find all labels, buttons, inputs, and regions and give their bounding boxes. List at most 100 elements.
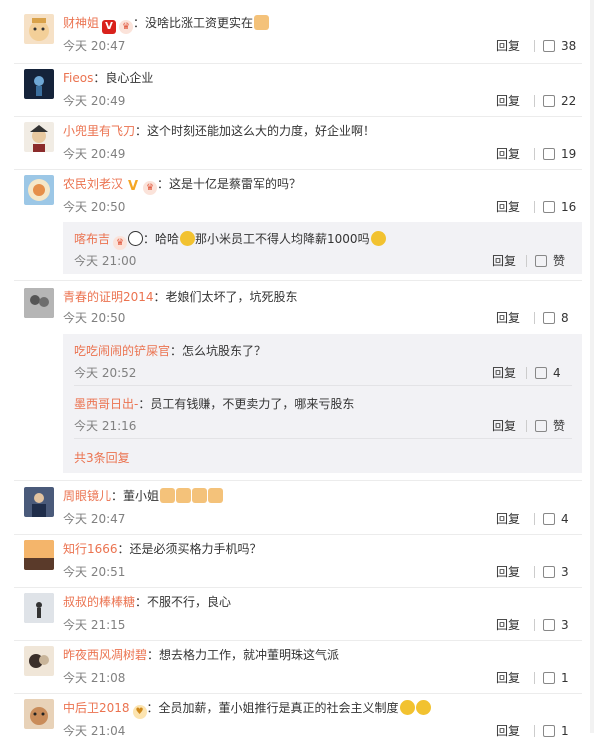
separator [534, 672, 535, 684]
comment-time: 今天 20:50 [63, 200, 126, 214]
like-thumb-icon [543, 95, 555, 107]
separator [526, 367, 527, 379]
like-count: 3 [561, 618, 569, 632]
medal-badge-icon: ♥ [132, 705, 147, 719]
reply-button[interactable]: 回复 [496, 310, 520, 326]
reply-button[interactable]: 回复 [496, 93, 520, 109]
comment-line: 中后卫2018 ♥ ：全员加薪，董小姐推行是真正的社会主义制度 [63, 699, 431, 719]
reply-line: 吃吃闹闹的铲屎官：怎么坑股东了？ [74, 342, 266, 360]
comment-line: 知行1666：还是必须买格力手机吗？ [63, 540, 262, 558]
comment-item: 中后卫2018 ♥ ：全员加薪，董小姐推行是真正的社会主义制度 今天 21:04 回… [0, 699, 588, 738]
reply-button[interactable]: 回复 [496, 617, 520, 633]
like-button[interactable]: 赞 [526, 418, 572, 434]
avatar[interactable] [24, 487, 54, 517]
avatar[interactable] [24, 540, 54, 570]
like-button[interactable]: 4 [526, 365, 572, 381]
reply-item: 喀布吉 ♛ ：哈哈 那小米员工不得人均降薪1000吗 今天 21:00 回复 赞 [74, 230, 582, 270]
like-button[interactable]: 1 [534, 723, 582, 739]
like-button[interactable]: 3 [534, 617, 582, 633]
reply-time: 今天 21:16 [74, 419, 137, 433]
thumbs-up-emoji-icon [254, 15, 270, 30]
reply-button[interactable]: 回复 [496, 511, 520, 527]
comment-text: ：董小姐 [111, 489, 160, 503]
username-link[interactable]: Fieos [63, 71, 93, 85]
username-link[interactable]: 叔叔的棒棒糖 [63, 595, 135, 609]
like-count: 4 [561, 512, 569, 526]
like-thumb-icon [543, 312, 555, 324]
reply-button[interactable]: 回复 [496, 38, 520, 54]
like-button[interactable]: 38 [534, 38, 582, 54]
username-link[interactable]: 知行1666 [63, 542, 118, 556]
comment-text: ：老娘们太坏了，坑死股东 [153, 290, 298, 304]
like-button[interactable]: 19 [534, 146, 582, 162]
like-thumb-icon [543, 201, 555, 213]
username-link[interactable]: 中后卫2018 [63, 701, 130, 715]
more-replies-link[interactable]: 共3条回复 [74, 449, 130, 466]
avatar[interactable] [24, 175, 54, 205]
reply-text: ：怎么坑股东了？ [170, 344, 267, 358]
like-button[interactable]: 1 [534, 670, 582, 686]
avatar[interactable] [24, 122, 54, 152]
like-count: 16 [561, 200, 577, 214]
comment-item: 小兜里有飞刀：这个时刻还能加这么大的力度，好企业啊！ 今天 20:49 回复 1… [0, 122, 588, 170]
username-link[interactable]: 农民刘老汉 [63, 177, 123, 191]
divider [14, 169, 582, 170]
reply-text: ：哈哈 [143, 232, 180, 246]
username-link[interactable]: 墨西哥日出- [74, 397, 138, 411]
comment-item: 财神姐 V ♛ ：没啥比涨工资更实在 今天 20:47 回复 38 [0, 14, 588, 64]
reply-button[interactable]: 回复 [492, 253, 516, 269]
like-button[interactable]: 8 [534, 310, 582, 326]
avatar[interactable] [24, 14, 54, 44]
username-link[interactable]: 喀布吉 [74, 232, 110, 246]
reply-button[interactable]: 回复 [492, 418, 516, 434]
tongue-emoji-icon [415, 700, 431, 715]
like-button[interactable]: 16 [534, 199, 582, 215]
reply-button[interactable]: 回复 [496, 199, 520, 215]
like-thumb-icon [543, 148, 555, 160]
verified-badge-icon: V [102, 20, 117, 34]
scrollbar[interactable] [590, 0, 594, 733]
reply-divider [74, 385, 572, 386]
avatar[interactable] [24, 593, 54, 623]
username-link[interactable]: 小兜里有飞刀 [63, 124, 135, 138]
like-button[interactable]: 4 [534, 511, 582, 527]
like-button[interactable]: 赞 [526, 253, 572, 269]
reply-item: 吃吃闹闹的铲屎官：怎么坑股东了？ 今天 20:52 回复 4 [74, 342, 582, 382]
username-link[interactable]: 昨夜西风凋树碧 [63, 648, 147, 662]
username-link[interactable]: 青春的证明2014 [63, 290, 154, 304]
reply-button[interactable]: 回复 [496, 670, 520, 686]
username-link[interactable]: 周眼镜儿 [63, 489, 111, 503]
separator [534, 619, 535, 631]
username-link[interactable]: 财神姐 [63, 16, 99, 30]
separator [526, 420, 527, 432]
like-thumb-icon [535, 367, 547, 379]
username-link[interactable]: 吃吃闹闹的铲屎官 [74, 344, 170, 358]
like-count: 4 [553, 366, 561, 380]
like-count: 22 [561, 94, 577, 108]
reply-button[interactable]: 回复 [492, 365, 516, 381]
comment-time: 今天 20:49 [63, 94, 126, 108]
divider [14, 640, 582, 641]
reply-button[interactable]: 回复 [496, 146, 520, 162]
reply-line: 喀布吉 ♛ ：哈哈 那小米员工不得人均降薪1000吗 [74, 230, 386, 250]
verified-v-icon: V [127, 179, 139, 194]
avatar[interactable] [24, 288, 54, 318]
comment-line: 青春的证明2014：老娘们太坏了，坑死股东 [63, 288, 298, 306]
like-thumb-icon [543, 40, 555, 52]
like-thumb-icon [535, 255, 547, 267]
comment-time: 今天 21:04 [63, 724, 126, 738]
avatar[interactable] [24, 69, 54, 99]
comment-time: 今天 20:51 [63, 565, 126, 579]
comment-text: ：这是十亿是蔡雷军的吗？ [157, 177, 302, 191]
like-thumb-icon [543, 672, 555, 684]
avatar[interactable] [24, 699, 54, 729]
comment-time: 今天 21:15 [63, 618, 126, 632]
reply-time: 今天 20:52 [74, 366, 137, 380]
reply-thread: 喀布吉 ♛ ：哈哈 那小米员工不得人均降薪1000吗 今天 21:00 回复 赞 [63, 222, 582, 274]
laugh-emoji-icon [370, 231, 386, 246]
avatar[interactable] [24, 646, 54, 676]
like-button[interactable]: 22 [534, 93, 582, 109]
like-button[interactable]: 3 [534, 564, 582, 580]
reply-button[interactable]: 回复 [496, 723, 520, 739]
reply-button[interactable]: 回复 [496, 564, 520, 580]
